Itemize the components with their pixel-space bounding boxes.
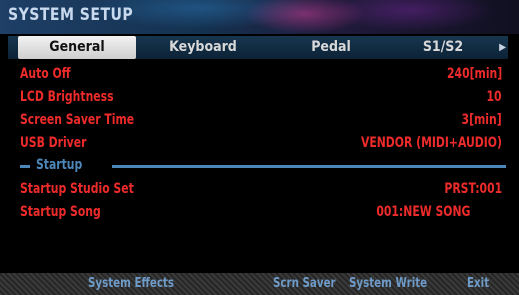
setting-label: LCD Brightness [20, 89, 114, 105]
tab-keyboard[interactable]: Keyboard [148, 36, 258, 59]
setting-label: Startup Studio Set [20, 181, 134, 197]
function-bar: System Effects Scrn Saver System Write E… [0, 273, 519, 295]
setting-label: Startup Song [20, 204, 101, 220]
tab-general[interactable]: General [18, 36, 136, 59]
section-divider-dash [20, 165, 30, 168]
setting-row-startup-song[interactable]: Startup Song 001:NEW SONG [20, 204, 502, 222]
system-effects-button[interactable]: System Effects [88, 276, 174, 291]
exit-button[interactable]: Exit [467, 276, 489, 291]
setting-row-usb-driver[interactable]: USB Driver VENDOR (MIDI+AUDIO) [20, 135, 502, 153]
setting-value[interactable]: 3[min] [462, 112, 502, 128]
section-header-startup: Startup [20, 157, 506, 174]
setting-label: Auto Off [20, 66, 71, 82]
setting-row-startup-studio-set[interactable]: Startup Studio Set PRST:001 [20, 181, 502, 199]
system-setup-screen: SYSTEM SETUP General Keyboard Pedal S1/S… [0, 0, 519, 295]
setting-value[interactable]: VENDOR (MIDI+AUDIO) [361, 135, 502, 151]
section-divider-line [112, 165, 506, 168]
tab-s1-s2[interactable]: S1/S2 [398, 36, 488, 59]
system-write-button[interactable]: System Write [349, 276, 427, 291]
tab-pedal[interactable]: Pedal [276, 36, 386, 59]
setting-label: Screen Saver Time [20, 112, 135, 128]
setting-row-lcd-brightness[interactable]: LCD Brightness 10 [20, 89, 502, 107]
section-label: Startup [36, 157, 83, 173]
setting-value[interactable]: 001:NEW SONG [376, 204, 470, 220]
screen-saver-button[interactable]: Scrn Saver [273, 276, 336, 291]
tab-bar: General Keyboard Pedal S1/S2 ▶ [8, 36, 508, 59]
setting-value[interactable]: 10 [487, 89, 502, 105]
setting-label: USB Driver [20, 135, 87, 151]
page-title: SYSTEM SETUP [8, 5, 134, 25]
setting-value[interactable]: PRST:001 [444, 181, 502, 197]
title-bar: SYSTEM SETUP [0, 0, 519, 34]
setting-row-auto-off[interactable]: Auto Off 240[min] [20, 66, 502, 84]
setting-row-screen-saver-time[interactable]: Screen Saver Time 3[min] [20, 112, 502, 130]
setting-value[interactable]: 240[min] [447, 66, 502, 82]
triangle-right-icon[interactable]: ▶ [499, 36, 506, 59]
